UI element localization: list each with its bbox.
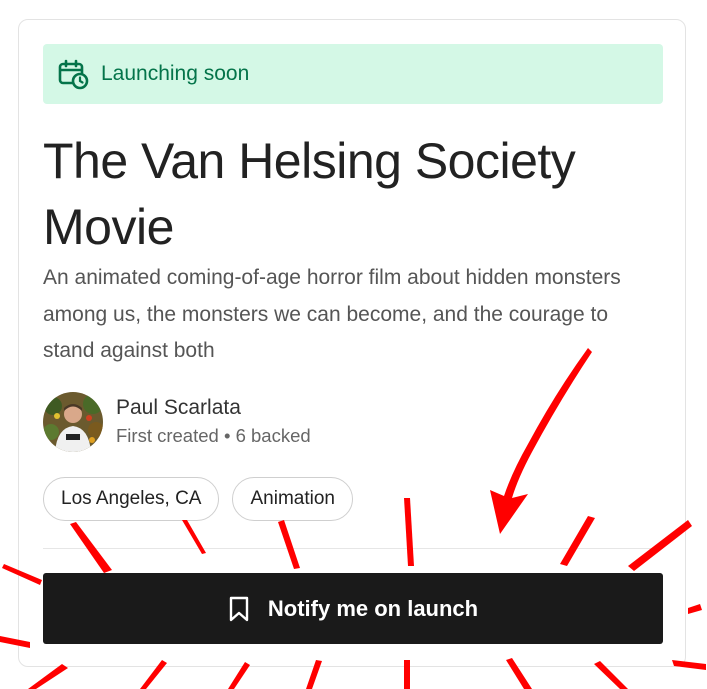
creator-info[interactable]: Paul Scarlata First created • 6 backed [43, 392, 311, 452]
burst-line [688, 604, 702, 614]
bookmark-icon [229, 596, 249, 621]
divider [43, 548, 663, 549]
creator-avatar[interactable] [43, 392, 103, 452]
tag-category[interactable]: Animation [232, 477, 353, 521]
project-card: Launching soon The Van Helsing Society M… [18, 19, 686, 667]
notify-me-label: Notify me on launch [267, 595, 479, 621]
tag-location[interactable]: Los Angeles, CA [43, 477, 220, 521]
launch-banner: Launching soon [43, 44, 663, 104]
creator-name[interactable]: Paul Scarlata [116, 394, 311, 422]
page: Launching soon The Van Helsing Society M… [0, 0, 707, 689]
burst-line [28, 664, 68, 689]
project-description: An animated coming-of-age horror film ab… [43, 266, 621, 362]
project-title: The Van Helsing Society Movie [43, 133, 576, 255]
tag-list: Los Angeles, CA Animation [43, 477, 353, 521]
creator-text: Paul Scarlata First created • 6 backed [116, 394, 311, 450]
creator-meta: First created • 6 backed [116, 425, 311, 446]
notify-me-button[interactable]: Notify me on launch [43, 573, 663, 644]
calendar-clock-icon [58, 59, 89, 90]
launch-status-label: Launching soon [101, 62, 250, 85]
